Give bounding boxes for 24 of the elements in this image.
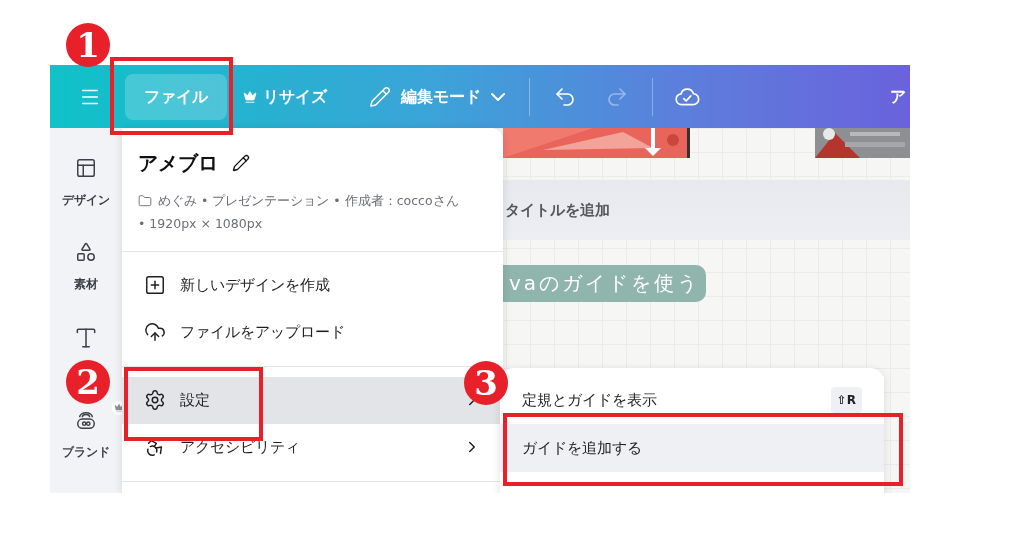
sidebar-item[interactable]: デザイン bbox=[62, 157, 110, 209]
pencil-icon bbox=[369, 85, 391, 108]
crown-icon bbox=[243, 89, 257, 104]
menu-title: アメブロ bbox=[138, 150, 218, 177]
cloud-upload-icon bbox=[144, 321, 166, 343]
chevron-down-icon bbox=[491, 92, 505, 101]
brand-icon bbox=[75, 409, 97, 431]
menu-item[interactable]: ファイルをアップロード bbox=[122, 308, 503, 356]
design-size: • 1920px × 1080px bbox=[138, 214, 263, 233]
shortcut-key: ⇧R bbox=[830, 387, 862, 413]
pencil-icon bbox=[232, 154, 250, 172]
design-title: ア bbox=[890, 85, 906, 108]
settings-icon bbox=[144, 389, 166, 411]
folder-icon bbox=[138, 194, 152, 209]
heading-label: vaのガイドを使う bbox=[503, 265, 707, 302]
sidebar-item[interactable]: 素材 bbox=[74, 241, 98, 293]
page-title-field[interactable]: タイトルを追加 bbox=[503, 180, 910, 240]
design-info: めぐみ • プレゼンテーション • 作成者：coccoさん bbox=[158, 192, 459, 210]
step-number: 1 bbox=[66, 23, 110, 67]
add-icon bbox=[144, 274, 166, 296]
menu-item[interactable]: 新しいデザインを作成 bbox=[122, 261, 503, 309]
shapes-icon bbox=[75, 241, 97, 263]
layout-icon bbox=[75, 157, 97, 179]
submenu-item[interactable]: ガイドを追加する bbox=[500, 424, 884, 472]
